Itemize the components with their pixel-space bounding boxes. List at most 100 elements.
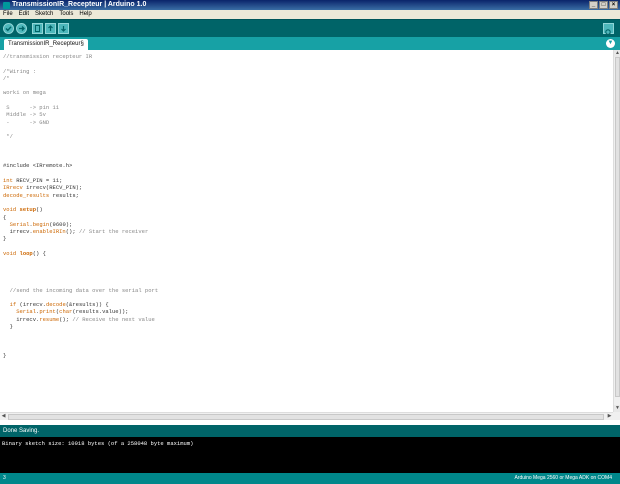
code-editor[interactable]: //transmission recepteur IR /*Wiring :/*… — [0, 50, 613, 412]
code-token: () — [36, 206, 43, 214]
code-token: int — [3, 177, 13, 185]
checkmark-icon — [5, 26, 12, 32]
code-token: irrecv. — [3, 228, 33, 236]
menu-file[interactable]: File — [3, 10, 13, 19]
tab-bar: TransmissionIR_Recepteur§ ▼ — [0, 37, 620, 50]
code-token: Serial — [9, 220, 30, 228]
code-token: (); — [59, 315, 73, 323]
code-line: //send the incoming data over the serial… — [3, 286, 159, 294]
code-token: // Start the receiver — [78, 228, 149, 236]
code-token: begin — [32, 220, 50, 228]
code-token: (&results)) { — [65, 301, 109, 309]
code-line: irrecv.enableIRIn(); // Start the receiv… — [3, 228, 158, 235]
code-line: S -> pin 11 — [3, 104, 158, 111]
code-line: - -> GND — [3, 119, 158, 126]
arduino-ide-window: TransmissionIR_Recepteur | Arduino 1.0 _… — [0, 0, 620, 484]
code-line: } — [3, 352, 158, 359]
save-button[interactable] — [58, 23, 69, 34]
menu-help[interactable]: Help — [79, 10, 91, 19]
code-token: */ — [3, 133, 13, 141]
menu-bar: File Edit Sketch Tools Help — [0, 10, 620, 19]
code-token: char — [59, 308, 73, 316]
code-line: if (irrecv.decode(&results)) { — [3, 301, 158, 308]
maximize-button[interactable]: □ — [599, 1, 608, 9]
open-button[interactable] — [45, 23, 56, 34]
code-token: (9600); — [49, 220, 73, 228]
code-token: results; — [49, 191, 79, 199]
code-token: } — [3, 322, 13, 330]
code-line: */ — [3, 133, 158, 140]
tab-menu-button[interactable]: ▼ — [606, 39, 615, 48]
horizontal-scrollbar[interactable]: ◀ ▶ — [0, 412, 613, 420]
scroll-left-icon[interactable]: ◀ — [0, 413, 7, 420]
upload-button[interactable] — [16, 23, 27, 34]
vertical-scroll-thumb[interactable] — [615, 57, 620, 397]
scroll-corner — [613, 412, 620, 420]
magnifier-icon — [605, 29, 612, 36]
code-line: //transmission recepteur IR — [3, 53, 158, 60]
code-line: #include <IRremote.h> — [3, 162, 158, 169]
code-line: } — [3, 323, 158, 330]
verify-button[interactable] — [3, 23, 14, 34]
window-title: TransmissionIR_Recepteur | Arduino 1.0 — [12, 1, 147, 8]
code-line: void loop() { — [3, 250, 158, 257]
code-token: // Receive the next value — [72, 315, 155, 323]
code-token: resume — [39, 315, 60, 323]
output-console[interactable]: Binary sketch size: 10018 bytes (of a 25… — [0, 437, 620, 473]
new-button[interactable] — [32, 23, 43, 34]
code-line: IRrecv irrecv(RECV_PIN); — [3, 184, 158, 191]
code-token: print — [39, 308, 56, 316]
code-token: irrecv(RECV_PIN); — [22, 184, 83, 192]
bottom-bar: 3 Arduino Mega 2560 or Mega ADK on COM4 — [0, 473, 620, 484]
code-token: void — [3, 250, 17, 258]
arrow-down-icon — [61, 26, 66, 32]
tab-sketch[interactable]: TransmissionIR_Recepteur§ — [4, 39, 88, 50]
menu-tools[interactable]: Tools — [59, 10, 73, 19]
code-token: } — [3, 235, 7, 243]
code-token: (results.value)); — [72, 308, 129, 316]
minimize-button[interactable]: _ — [589, 1, 598, 9]
code-token: (irrecv. — [16, 301, 46, 309]
vertical-scrollbar[interactable]: ▲ ▼ — [613, 50, 620, 412]
code-token: Serial — [16, 308, 37, 316]
code-line: /* — [3, 75, 158, 82]
scroll-right-icon[interactable]: ▶ — [606, 413, 613, 420]
serial-monitor-button[interactable] — [603, 23, 614, 36]
new-file-icon — [35, 25, 40, 32]
close-button[interactable]: × — [609, 1, 618, 9]
code-line: { — [3, 214, 158, 221]
code-token: decode — [45, 301, 66, 309]
scroll-up-icon[interactable]: ▲ — [614, 50, 620, 57]
scroll-down-icon[interactable]: ▼ — [614, 405, 620, 412]
console-line: Binary sketch size: 10018 bytes (of a 25… — [2, 440, 194, 447]
menu-edit[interactable]: Edit — [19, 10, 29, 19]
code-token: //send the incoming data over the serial… — [9, 286, 159, 294]
code-text[interactable]: //transmission recepteur IR /*Wiring :/*… — [3, 53, 158, 359]
code-token: irrecv. — [3, 315, 40, 323]
code-token: () { — [32, 250, 46, 258]
code-line: int RECV_PIN = 11; — [3, 177, 158, 184]
code-token: { — [3, 213, 7, 221]
code-token: #include <IRremote.h> — [3, 162, 73, 170]
code-token: /* — [3, 74, 10, 82]
menu-sketch[interactable]: Sketch — [35, 10, 53, 19]
code-line: irrecv.resume(); // Receive the next val… — [3, 316, 158, 323]
code-token: //transmission recepteur IR — [3, 53, 93, 60]
code-token: RECV_PIN = 11; — [12, 177, 63, 185]
code-line: } — [3, 235, 158, 242]
code-line: Serial.begin(9600); — [3, 221, 158, 228]
